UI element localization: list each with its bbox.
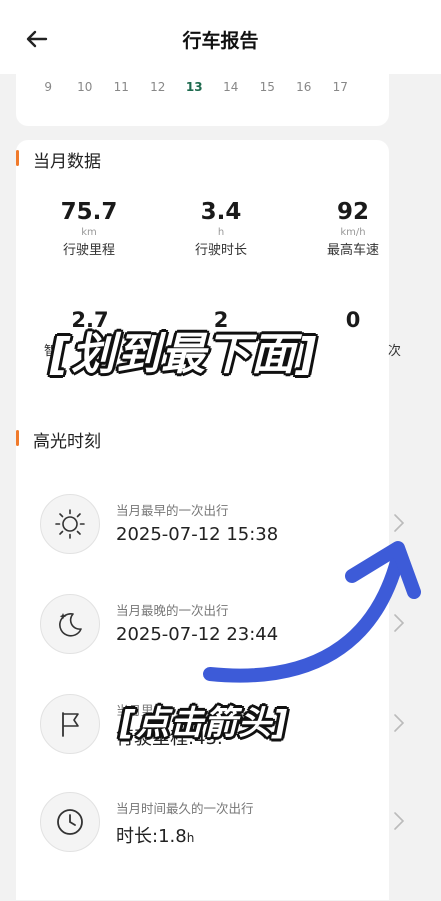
sun-icon: [40, 494, 100, 554]
monthly-section-title: 当月数据: [33, 152, 101, 172]
stat-value: 92: [336, 199, 369, 225]
stat-unit: km/h: [340, 227, 366, 238]
highlight-label: 当月最早的一次出行: [116, 503, 229, 518]
stat-unit: km: [81, 227, 97, 238]
section-accent: [16, 430, 19, 446]
stat-label: 行驶里程: [62, 243, 115, 258]
stat-label: 最高车速: [326, 243, 379, 258]
date-item[interactable]: 12: [140, 80, 177, 100]
stat-value: 75.7: [60, 199, 118, 225]
highlight-item-longest-duration[interactable]: 当月时间最久的一次出行 时长:1.8h: [16, 776, 405, 868]
flag-icon: [40, 694, 100, 754]
date-strip: 9 10 11 12 13 14 15 16 17: [30, 80, 375, 100]
chevron-right-icon[interactable]: [392, 712, 406, 734]
section-accent: [16, 150, 19, 166]
stat-distance: 75.7 km 行驶里程: [29, 198, 149, 262]
stat-value: 3.4: [200, 199, 242, 225]
date-item[interactable]: 11: [103, 80, 140, 100]
page-title: 行车报告: [182, 30, 259, 52]
highlights-section-title: 高光时刻: [33, 432, 101, 452]
chevron-right-icon[interactable]: [392, 810, 406, 832]
app-header: 行车报告: [0, 0, 441, 74]
tap-hint-caption: [点击箭头]: [120, 703, 289, 742]
date-item[interactable]: 9: [30, 80, 67, 100]
date-item[interactable]: 14: [213, 80, 250, 100]
moon-icon: [40, 594, 100, 654]
highlight-label: 当月时间最久的一次出行: [116, 801, 254, 816]
date-item[interactable]: 16: [286, 80, 323, 100]
date-item[interactable]: 15: [249, 80, 286, 100]
stat-label: 行驶时长: [194, 243, 247, 258]
stat-unit: h: [217, 227, 225, 238]
highlight-value: 时长:1.8h: [116, 826, 195, 847]
chevron-right-icon[interactable]: [392, 512, 406, 534]
stat-duration: 3.4 h 行驶时长: [161, 198, 281, 262]
curved-arrow-icon: [203, 541, 421, 683]
date-item[interactable]: 17: [322, 80, 359, 100]
date-item-active[interactable]: 13: [176, 80, 213, 100]
stat-top-speed: 92 km/h 最高车速: [293, 198, 413, 262]
date-item[interactable]: 10: [67, 80, 104, 100]
clock-icon: [40, 792, 100, 852]
swipe-hint-caption: [划到最下面]: [50, 329, 318, 380]
